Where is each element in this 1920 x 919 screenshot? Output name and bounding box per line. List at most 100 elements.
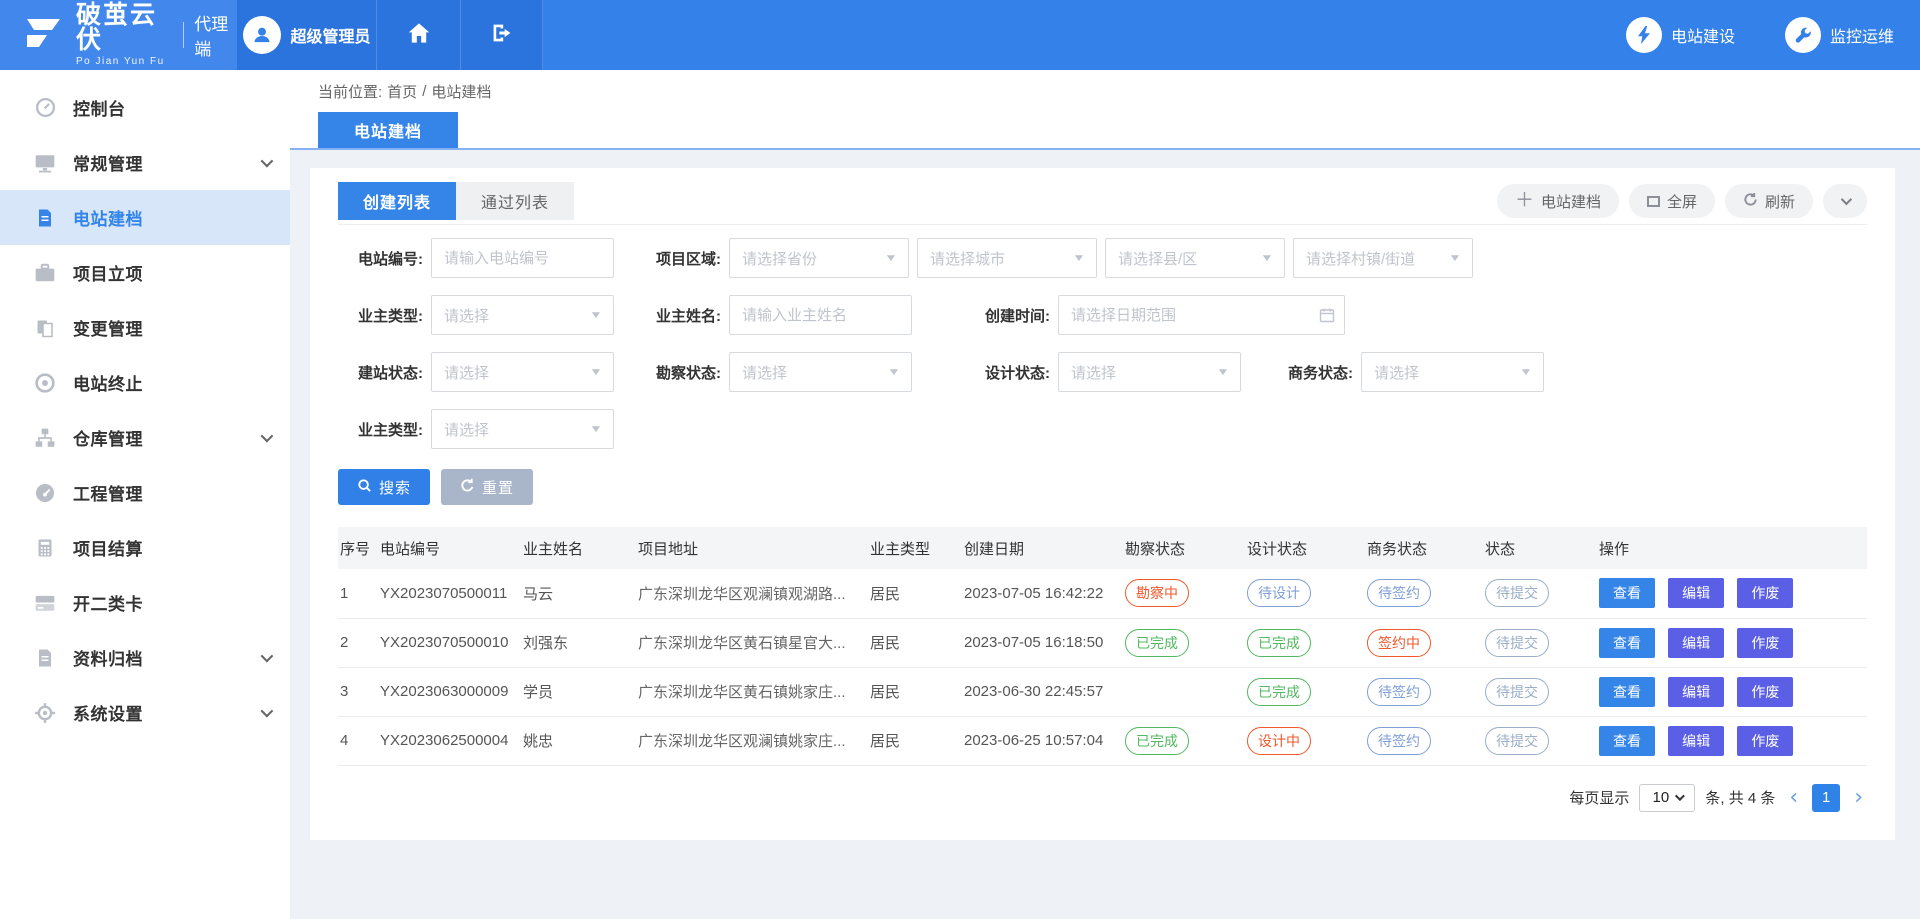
user-menu[interactable]: 超级管理员 — [237, 0, 377, 70]
briefcase-icon — [34, 262, 56, 284]
sidebar-item-warehouse-mgmt[interactable]: 仓库管理 — [0, 410, 290, 465]
cell-code: YX2023070500010 — [378, 618, 521, 667]
reset-button[interactable]: 重置 — [441, 469, 533, 505]
breadcrumb-home[interactable]: 首页 — [387, 81, 417, 102]
pagination: 每页显示 10 条, 共 4 条 ‹ 1 › — [338, 784, 1867, 812]
date-range-input[interactable] — [1058, 295, 1345, 335]
col-type: 业主类型 — [868, 527, 962, 569]
org-chart-icon — [34, 427, 56, 449]
status-badge: 待提交 — [1485, 727, 1549, 755]
per-page-label: 每页显示 — [1569, 787, 1629, 808]
edit-button[interactable]: 编辑 — [1668, 677, 1724, 707]
user-avatar-icon — [243, 16, 281, 54]
create-station-button[interactable]: ＋ 电站建档 — [1497, 184, 1619, 218]
view-button[interactable]: 查看 — [1599, 578, 1655, 608]
owner-type-select[interactable]: 请选择▼ — [431, 295, 614, 335]
plus-icon: ＋ — [1515, 191, 1534, 210]
current-page-button[interactable]: 1 — [1812, 784, 1840, 812]
status-badge: 待提交 — [1485, 678, 1549, 706]
owner-type2-select[interactable]: 请选择▼ — [431, 409, 614, 449]
sidebar-item-data-archive[interactable]: 资料归档 — [0, 630, 290, 685]
fullscreen-button[interactable]: 全屏 — [1629, 184, 1715, 218]
survey-status-label: 勘察状态: — [636, 362, 721, 383]
owner-name-input[interactable] — [729, 295, 912, 335]
collapse-panel-button[interactable] — [1823, 184, 1867, 218]
cell-owner: 学员 — [521, 667, 636, 716]
cell-date: 2023-06-30 22:45:57 — [962, 667, 1123, 716]
prev-page-button[interactable]: ‹ — [1785, 787, 1802, 809]
logout-button[interactable] — [461, 0, 543, 70]
home-button[interactable] — [377, 0, 461, 70]
business-status-label: 商务状态: — [1268, 362, 1353, 383]
edit-button[interactable]: 编辑 — [1668, 628, 1724, 658]
tab-passed-list[interactable]: 通过列表 — [456, 182, 574, 220]
caret-down-icon: ▼ — [589, 310, 603, 321]
total-count-label: 条, 共 4 条 — [1705, 787, 1775, 808]
col-business: 商务状态 — [1365, 527, 1483, 569]
cell-owner: 马云 — [521, 569, 636, 618]
station-code-input[interactable] — [431, 238, 614, 278]
gauge-icon — [34, 482, 56, 504]
sidebar-item-engineering-mgmt[interactable]: 工程管理 — [0, 465, 290, 520]
view-button[interactable]: 查看 — [1599, 677, 1655, 707]
next-page-button[interactable]: › — [1850, 787, 1867, 809]
sidebar-item-station-terminate[interactable]: 电站终止 — [0, 355, 290, 410]
edit-button[interactable]: 编辑 — [1668, 726, 1724, 756]
invalidate-button[interactable]: 作废 — [1737, 628, 1793, 658]
town-select[interactable]: 请选择村镇/街道▼ — [1293, 238, 1473, 278]
sidebar-item-open-card[interactable]: 开二类卡 — [0, 575, 290, 630]
table-header-row: 序号 电站编号 业主姓名 项目地址 业主类型 创建日期 勘察状态 设计状态 商务… — [338, 527, 1867, 569]
business-status-select[interactable]: 请选择▼ — [1361, 352, 1544, 392]
tab-create-list[interactable]: 创建列表 — [338, 182, 456, 220]
cell-code: YX2023063000009 — [378, 667, 521, 716]
sidebar-item-project-settlement[interactable]: 项目结算 — [0, 520, 290, 575]
edit-button[interactable]: 编辑 — [1668, 578, 1724, 608]
sidebar-item-general-mgmt[interactable]: 常规管理 — [0, 135, 290, 190]
province-select[interactable]: 请选择省份▼ — [729, 238, 909, 278]
city-select[interactable]: 请选择城市▼ — [917, 238, 1097, 278]
brand-logo-icon — [22, 14, 64, 57]
list-panel: 创建列表 通过列表 ＋ 电站建档 全屏 刷新 — [310, 168, 1895, 840]
invalidate-button[interactable]: 作废 — [1737, 726, 1793, 756]
invalidate-button[interactable]: 作废 — [1737, 578, 1793, 608]
table-row: 3 YX2023063000009 学员 广东深圳龙华区黄石镇姚家庄... 居民… — [338, 667, 1867, 716]
breadcrumb: 当前位置: 首页 / 电站建档 — [290, 70, 1920, 112]
design-status-label: 设计状态: — [965, 362, 1050, 383]
survey-status-badge: 勘察中 — [1125, 579, 1189, 607]
wrench-icon — [1785, 17, 1821, 53]
cell-type: 居民 — [868, 667, 962, 716]
copy-icon — [34, 317, 56, 339]
sidebar-item-station-archive[interactable]: 电站建档 — [0, 190, 290, 245]
sidebar-item-change-mgmt[interactable]: 变更管理 — [0, 300, 290, 355]
reset-icon — [460, 478, 475, 497]
per-page-select[interactable]: 10 — [1639, 784, 1695, 812]
cell-owner: 姚忠 — [521, 716, 636, 765]
sidebar-item-project-setup[interactable]: 项目立项 — [0, 245, 290, 300]
survey-status-select[interactable]: 请选择▼ — [729, 352, 912, 392]
cell-date: 2023-06-25 10:57:04 — [962, 716, 1123, 765]
view-button[interactable]: 查看 — [1599, 628, 1655, 658]
status-badge: 待提交 — [1485, 579, 1549, 607]
invalidate-button[interactable]: 作废 — [1737, 677, 1793, 707]
owner-type-label: 业主类型: — [338, 305, 423, 326]
cell-date: 2023-07-05 16:42:22 — [962, 569, 1123, 618]
topbar: 破茧云伏 Po Jian Yun Fu 代理端 超级管理员 — [0, 0, 1920, 70]
sidebar-item-system-settings[interactable]: 系统设置 — [0, 685, 290, 740]
nav-station-build[interactable]: 电站建设 — [1626, 17, 1735, 53]
view-button[interactable]: 查看 — [1599, 726, 1655, 756]
page-tab-station-archive[interactable]: 电站建档 — [318, 112, 458, 148]
caret-down-icon: ▼ — [1260, 253, 1274, 264]
owner-name-label: 业主姓名: — [636, 305, 721, 326]
cell-seq: 4 — [338, 716, 378, 765]
sidebar-item-console[interactable]: 控制台 — [0, 80, 290, 135]
build-status-select[interactable]: 请选择▼ — [431, 352, 614, 392]
nav-monitor-ops[interactable]: 监控运维 — [1785, 17, 1894, 53]
monitor-icon — [34, 152, 56, 174]
refresh-button[interactable]: 刷新 — [1725, 184, 1813, 218]
home-icon — [407, 21, 431, 50]
search-button[interactable]: 搜索 — [338, 469, 430, 505]
brand-pinyin: Po Jian Yun Fu — [76, 57, 169, 67]
design-status-select[interactable]: 请选择▼ — [1058, 352, 1241, 392]
county-select[interactable]: 请选择县/区▼ — [1105, 238, 1285, 278]
cell-type: 居民 — [868, 716, 962, 765]
